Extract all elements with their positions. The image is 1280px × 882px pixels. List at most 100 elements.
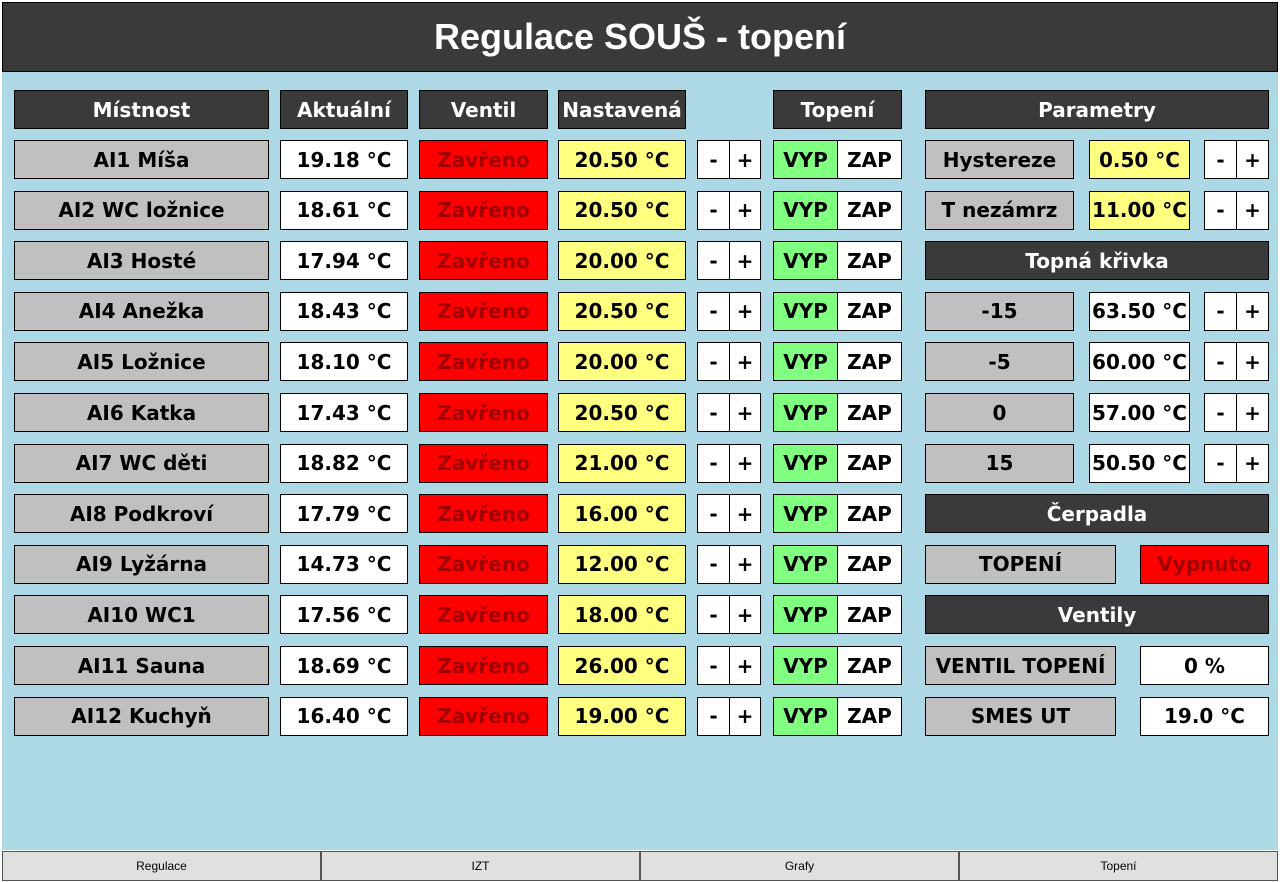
heating-on-button[interactable]: ZAP — [837, 291, 902, 331]
heating-off-button[interactable]: VYP — [773, 140, 838, 179]
increase-button[interactable]: + — [1236, 443, 1269, 483]
tab-izt[interactable]: IZT — [321, 851, 640, 881]
heating-off-button[interactable]: VYP — [773, 393, 838, 432]
pump-status: Vypnuto — [1140, 544, 1269, 584]
set-temp: 26.00 °C — [558, 646, 686, 685]
heating-on-button[interactable]: ZAP — [837, 646, 902, 685]
curve-point-label: 15 — [925, 443, 1074, 483]
valve-status: Zavřeno — [419, 595, 548, 635]
set-temp: 16.00 °C — [558, 494, 686, 534]
increase-button[interactable]: + — [729, 140, 761, 179]
decrease-button[interactable]: - — [1204, 393, 1237, 432]
decrease-button[interactable]: - — [697, 494, 730, 534]
decrease-button[interactable]: - — [697, 646, 730, 685]
increase-button[interactable]: + — [729, 241, 761, 281]
heating-on-button[interactable]: ZAP — [837, 443, 902, 483]
heating-off-button[interactable]: VYP — [773, 443, 838, 483]
actual-temp: 18.10 °C — [280, 342, 408, 382]
increase-button[interactable]: + — [729, 443, 761, 483]
valve-status: Zavřeno — [419, 190, 548, 230]
tab-topeni[interactable]: Topení — [959, 851, 1278, 881]
heating-off-button[interactable]: VYP — [773, 494, 838, 534]
valve-label: SMES UT — [925, 696, 1116, 736]
tab-grafy[interactable]: Grafy — [640, 851, 959, 881]
heating-off-button[interactable]: VYP — [773, 696, 838, 736]
header-room: Místnost — [14, 90, 269, 129]
decrease-button[interactable]: - — [1204, 443, 1237, 483]
actual-temp: 16.40 °C — [280, 696, 408, 736]
set-temp: 20.50 °C — [558, 393, 686, 432]
room-name: AI10 WC1 — [14, 595, 269, 635]
heating-on-button[interactable]: ZAP — [837, 342, 902, 382]
curve-point-label: 0 — [925, 393, 1074, 432]
room-name: AI1 Míša — [14, 140, 269, 179]
heating-on-button[interactable]: ZAP — [837, 241, 902, 281]
curve-point-label: -5 — [925, 342, 1074, 382]
curve-point-value: 63.50 °C — [1089, 291, 1190, 331]
heating-off-button[interactable]: VYP — [773, 291, 838, 331]
heating-on-button[interactable]: ZAP — [837, 190, 902, 230]
set-temp: 21.00 °C — [558, 443, 686, 483]
decrease-button[interactable]: - — [697, 443, 730, 483]
heating-on-button[interactable]: ZAP — [837, 595, 902, 635]
increase-button[interactable]: + — [1236, 342, 1269, 382]
curve-point-value: 60.00 °C — [1089, 342, 1190, 382]
increase-button[interactable]: + — [729, 494, 761, 534]
actual-temp: 18.61 °C — [280, 190, 408, 230]
actual-temp: 17.56 °C — [280, 595, 408, 635]
room-name: AI7 WC děti — [14, 443, 269, 483]
heating-off-button[interactable]: VYP — [773, 241, 838, 281]
increase-button[interactable]: + — [729, 342, 761, 382]
decrease-button[interactable]: - — [697, 291, 730, 331]
decrease-button[interactable]: - — [697, 140, 730, 179]
heating-off-button[interactable]: VYP — [773, 595, 838, 635]
valve-status: Zavřeno — [419, 544, 548, 584]
heating-off-button[interactable]: VYP — [773, 544, 838, 584]
increase-button[interactable]: + — [729, 190, 761, 230]
tab-regulace[interactable]: Regulace — [2, 851, 321, 881]
decrease-button[interactable]: - — [697, 544, 730, 584]
heating-off-button[interactable]: VYP — [773, 646, 838, 685]
decrease-button[interactable]: - — [697, 595, 730, 635]
decrease-button[interactable]: - — [697, 696, 730, 736]
increase-button[interactable]: + — [729, 291, 761, 331]
valve-value: 0 % — [1140, 646, 1269, 685]
increase-button[interactable]: + — [729, 646, 761, 685]
decrease-button[interactable]: - — [1204, 291, 1237, 331]
actual-temp: 17.43 °C — [280, 393, 408, 432]
valve-status: Zavřeno — [419, 393, 548, 432]
curve-point-label: -15 — [925, 291, 1074, 331]
param-label: T nezámrz — [925, 190, 1074, 230]
heating-on-button[interactable]: ZAP — [837, 140, 902, 179]
increase-button[interactable]: + — [729, 544, 761, 584]
room-name: AI4 Anežka — [14, 291, 269, 331]
increase-button[interactable]: + — [1236, 140, 1269, 179]
heating-on-button[interactable]: ZAP — [837, 393, 902, 432]
increase-button[interactable]: + — [1236, 393, 1269, 432]
valve-status: Zavřeno — [419, 494, 548, 534]
heating-on-button[interactable]: ZAP — [837, 544, 902, 584]
decrease-button[interactable]: - — [697, 241, 730, 281]
heating-on-button[interactable]: ZAP — [837, 494, 902, 534]
increase-button[interactable]: + — [1236, 291, 1269, 331]
heating-off-button[interactable]: VYP — [773, 342, 838, 382]
set-temp: 20.50 °C — [558, 190, 686, 230]
set-temp: 19.00 °C — [558, 696, 686, 736]
decrease-button[interactable]: - — [1204, 342, 1237, 382]
decrease-button[interactable]: - — [1204, 140, 1237, 179]
increase-button[interactable]: + — [729, 595, 761, 635]
decrease-button[interactable]: - — [697, 190, 730, 230]
heating-off-button[interactable]: VYP — [773, 190, 838, 230]
room-name: AI12 Kuchyň — [14, 696, 269, 736]
decrease-button[interactable]: - — [697, 342, 730, 382]
increase-button[interactable]: + — [729, 393, 761, 432]
room-name: AI9 Lyžárna — [14, 544, 269, 584]
increase-button[interactable]: + — [729, 696, 761, 736]
heating-on-button[interactable]: ZAP — [837, 696, 902, 736]
set-temp: 12.00 °C — [558, 544, 686, 584]
header-set: Nastavená — [558, 90, 686, 129]
decrease-button[interactable]: - — [697, 393, 730, 432]
decrease-button[interactable]: - — [1204, 190, 1237, 230]
valve-status: Zavřeno — [419, 241, 548, 281]
increase-button[interactable]: + — [1236, 190, 1269, 230]
